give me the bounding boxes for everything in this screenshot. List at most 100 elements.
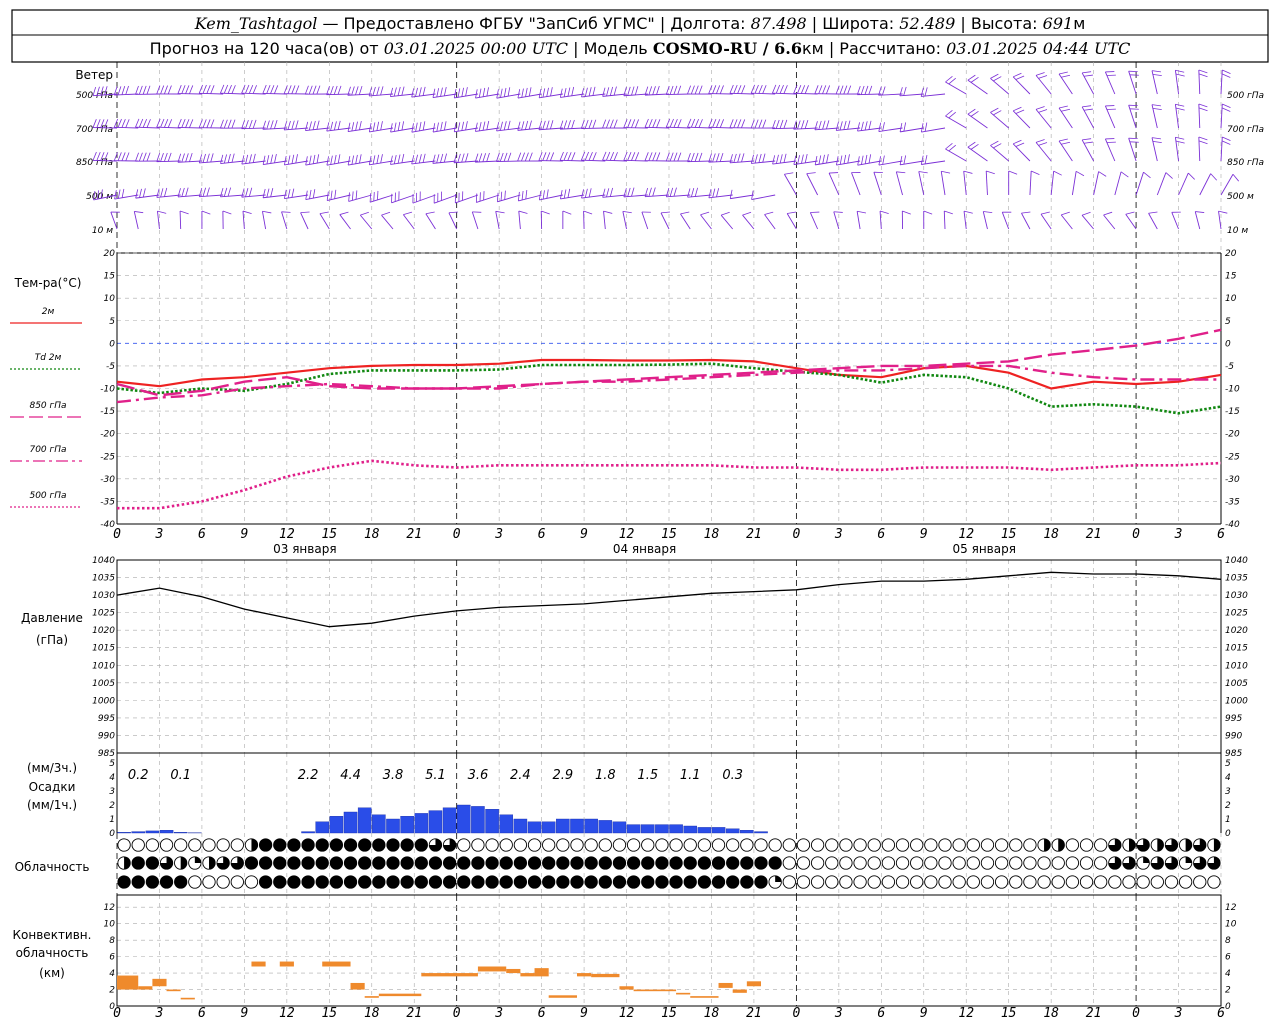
wind-barb-feather [843,120,847,130]
wind-barb [1081,214,1094,230]
wind-barb [945,115,967,129]
cloud-cover-icon [428,875,443,889]
wind-barb-feather [316,85,321,95]
wind-barb-feather [758,119,763,129]
wind-barb-feather [372,122,376,132]
cloud-cover-icon [1051,875,1065,889]
wind-barb-feather [351,86,355,96]
cloud-cover-icon [825,838,839,852]
cloud-cover-icon [400,838,414,852]
precip-bar [428,810,443,834]
cloud-cover-icon [881,856,896,870]
temp-xtick: 6 [538,527,546,542]
cloud-cover-icon [188,838,202,852]
wind-barb-feather [592,119,597,129]
cloud-cover-icon [1108,875,1122,889]
wind-barb-feather [648,187,652,197]
wind-barb-feather [1082,138,1092,141]
bottom-xtick: 0 [1132,1006,1140,1021]
cloud-cover-icon [188,875,202,889]
convective-bar [117,975,139,990]
temp-xtick: 6 [877,527,885,542]
wind-barb-feather [1151,104,1161,107]
wind-barb-feather [373,192,375,202]
wind-barb-feather [138,118,144,128]
wind-barb-feather [360,211,369,216]
wind-barb-feather [764,211,774,215]
cloud-cover-icon [655,875,669,889]
cloud-cover-icon [1065,856,1080,870]
wind-level-label-right: 850 гПа [1227,158,1264,168]
conv-ytick-left: 6 [109,953,115,963]
wind-barb-feather [606,87,610,97]
temp-xtick: 3 [834,527,843,542]
wind-barb-feather [733,84,738,94]
wind-barb-feather [1040,211,1050,215]
precip-total-label: 3.6 [468,768,489,783]
wind-barb-feather [524,152,529,162]
wind-barb-feather [584,87,588,97]
wind-barb-feather [1221,107,1231,112]
cloud-cover-icon [386,875,400,889]
wind-barb-feather [631,152,636,161]
cloud-cover-icon [499,875,513,889]
wind-barb-feather [634,152,640,161]
wind-barb-feather [847,120,851,130]
wind-barb-feather [461,153,465,163]
cloud-cover-icon [202,838,216,852]
wind-barb-feather [248,187,253,197]
wind-barb-feather [665,118,671,128]
cloud-cover-icon [980,838,995,852]
wind-barb-feather [602,119,607,129]
wind-barb-feather [376,121,380,131]
wind-barb-feather [924,87,928,97]
wind-barb [990,112,1009,129]
cloud-cover-icon [258,856,273,870]
wind-barb-feather [525,87,528,97]
wind-barb-feather [482,121,486,131]
wind-barb-feather [245,188,249,197]
wind-barb-feather [793,155,797,165]
wind-barb-feather [719,85,724,94]
wind-barb-feather [878,156,881,166]
cloud-cover-icon [485,875,499,889]
precip-bar [541,821,556,834]
cloud-cover-icon [584,875,598,889]
wind-barb-feather [305,121,309,131]
wind-barb-feather [397,154,401,164]
wind-barb-feather [712,85,717,94]
wind-barb-feather [201,210,211,215]
cloud-cover-icon [825,856,839,870]
cloud-cover-fill [1044,838,1051,852]
precip-ytick-right: 3 [1225,787,1231,797]
wind-barb-feather [941,170,951,174]
wind-barb-feather [444,121,447,131]
wind-barb-feather [741,119,746,128]
wind-barb-feather [507,87,511,97]
cloud-cover-icon [570,838,584,852]
wind-level-label-right: 500 гПа [1227,91,1264,101]
wind-barb-feather [164,152,168,162]
wind-barb-feather [970,111,979,117]
wind-barb-feather [563,151,568,161]
wind-barb-feather [308,121,312,131]
cloud-cover-icon [669,856,683,870]
wind-barb [242,211,245,230]
wind-barb-feather [478,122,482,131]
convective-panel: Конвективн. облачность (км) 12 12 10 10 8 8 6 6… [13,894,1237,1012]
pres-ytick-left: 1035 [92,574,115,584]
wind-barb-feather [741,153,745,163]
wind-barb-feather [266,120,270,130]
bottom-xtick: 3 [155,1006,164,1021]
wind-barb [448,212,458,230]
cloud-cover-icon [825,875,839,889]
wind-barb-feather [680,211,690,215]
cloud-cover-icon [216,875,230,889]
wind-barb-feather [189,85,194,94]
wind-barb-feather [694,152,699,162]
wind-barb-feather [602,87,606,97]
wind-barb [603,211,606,230]
cloud-cover-icon [442,875,457,889]
wind-barb [1058,107,1073,129]
temp-xtick: 21 [746,527,762,542]
